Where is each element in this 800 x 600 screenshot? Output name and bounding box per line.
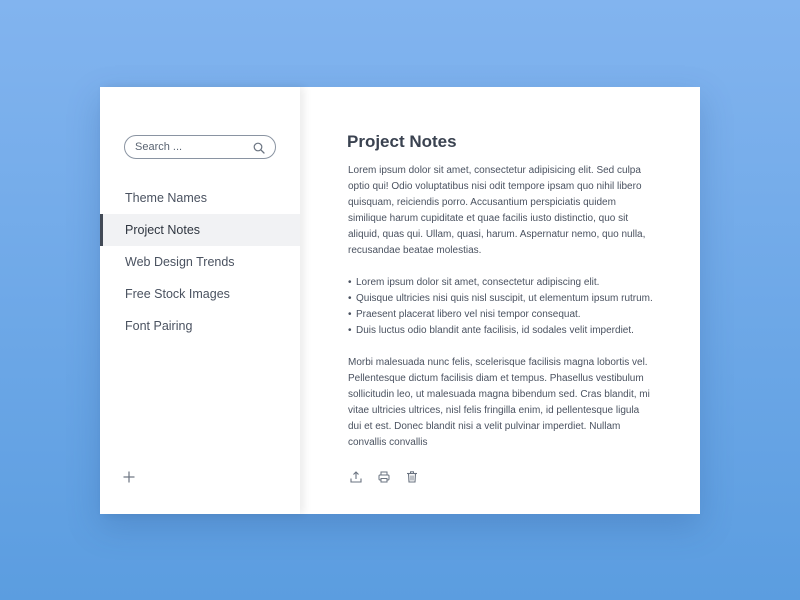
search-icon[interactable] [253, 141, 265, 154]
note-bullet: Praesent placerat libero vel nisi tempor… [348, 307, 654, 323]
search-box[interactable]: Search ... [124, 135, 276, 159]
sidebar-item-free-stock-images[interactable]: Free Stock Images [100, 278, 300, 310]
print-icon[interactable] [378, 471, 390, 483]
search-input[interactable]: Search ... [135, 141, 253, 153]
sidebar-item-font-pairing[interactable]: Font Pairing [100, 310, 300, 342]
notes-list: Theme Names Project Notes Web Design Tre… [100, 182, 300, 342]
upload-icon[interactable] [350, 471, 362, 483]
note-paragraph: Morbi malesuada nunc felis, scelerisque … [348, 357, 650, 448]
note-toolbar [350, 471, 418, 483]
notes-window: Search ... Theme Names Project Notes Web… [100, 87, 700, 514]
trash-icon[interactable] [406, 471, 418, 483]
note-content: Project Notes Lorem ipsum dolor sit amet… [300, 87, 700, 514]
sidebar: Search ... Theme Names Project Notes Web… [100, 87, 300, 514]
sidebar-item-theme-names[interactable]: Theme Names [100, 182, 300, 214]
sidebar-item-web-design-trends[interactable]: Web Design Trends [100, 246, 300, 278]
note-bullet: Duis luctus odio blandit ante facilisis,… [348, 323, 654, 339]
note-paragraph: Lorem ipsum dolor sit amet, consectetur … [348, 165, 646, 256]
note-bullet-list: Lorem ipsum dolor sit amet, consectetur … [348, 275, 654, 339]
note-title: Project Notes [347, 132, 457, 151]
note-body[interactable]: Lorem ipsum dolor sit amet, consectetur … [348, 163, 654, 451]
plus-icon [123, 471, 135, 483]
sidebar-item-project-notes[interactable]: Project Notes [100, 214, 300, 246]
note-bullet: Lorem ipsum dolor sit amet, consectetur … [348, 275, 654, 291]
note-bullet: Quisque ultricies nisi quis nisl suscipi… [348, 291, 654, 307]
add-note-button[interactable] [122, 470, 136, 484]
